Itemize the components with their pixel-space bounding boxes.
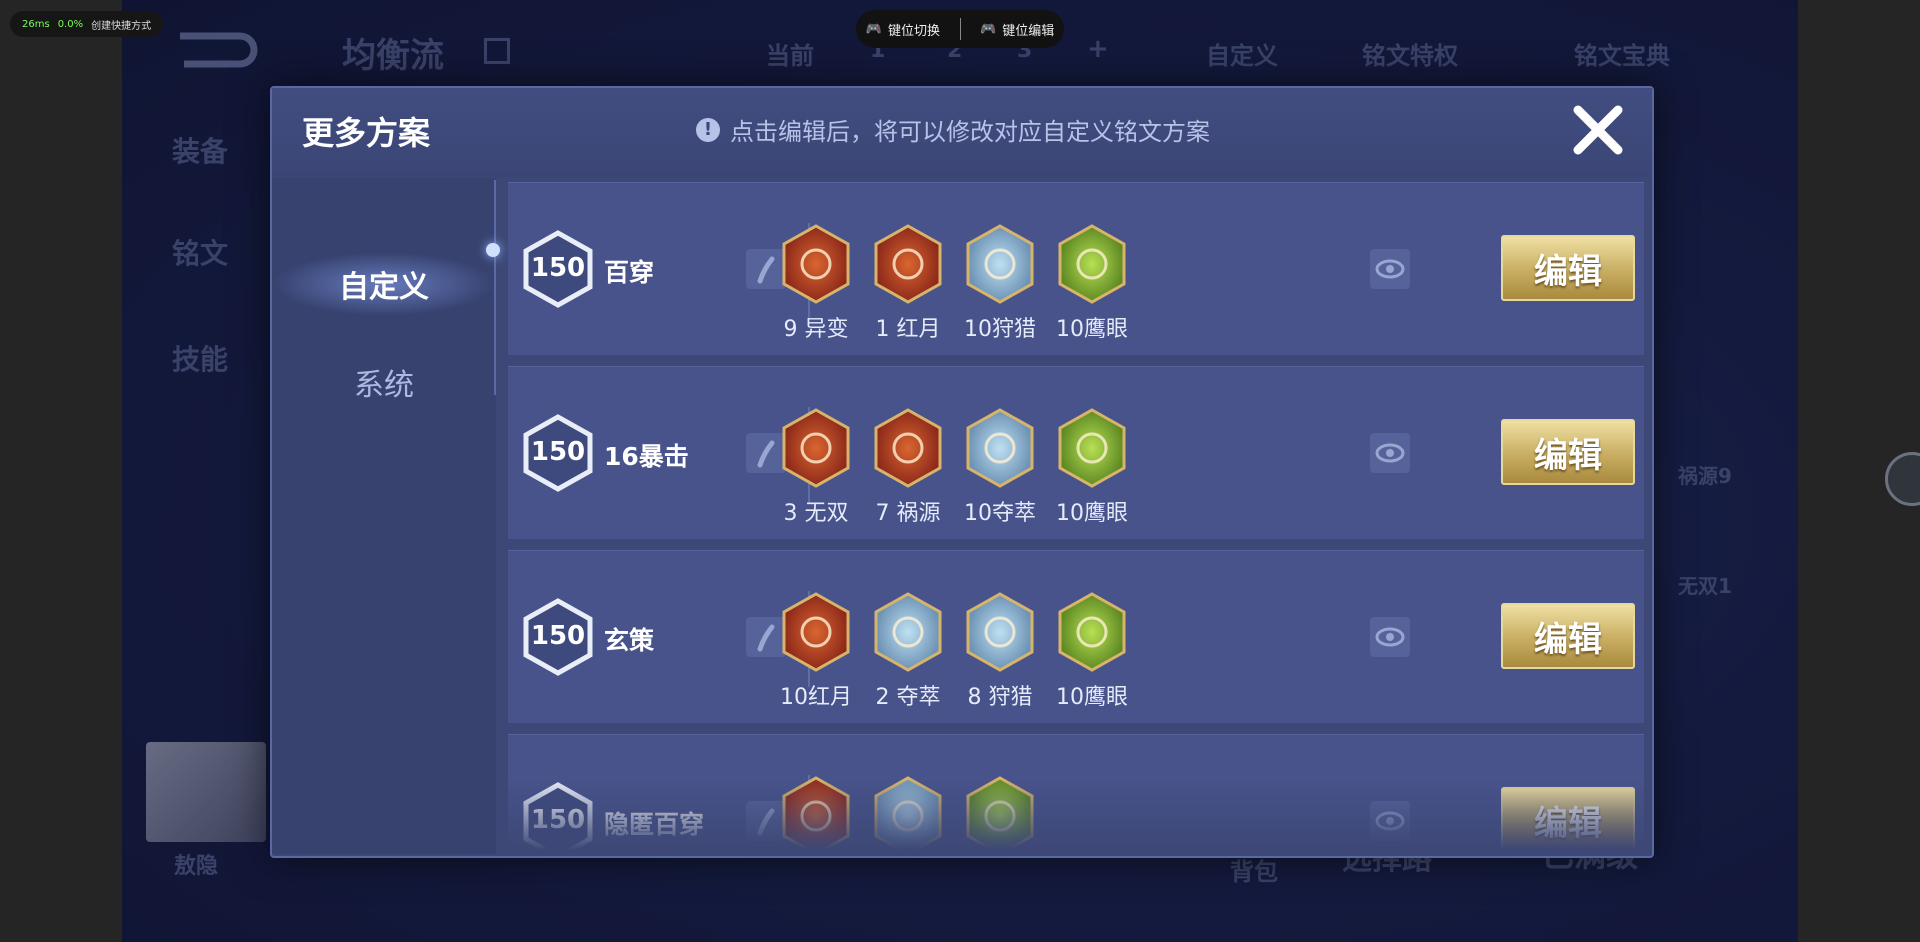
plan-row: 150 16暴击 编辑 3 无双 7 祸源 10夺萃 10鹰眼 [508,366,1644,539]
eye-icon [1375,627,1405,647]
gamepad-icon: 🎮 [980,21,997,37]
rune-mutation-icon[interactable] [780,223,852,305]
keymap-edit-button[interactable]: 🎮 键位编辑 [980,20,1054,39]
rune-count-label: 1 红月 [875,317,941,342]
list-fade [508,778,1644,850]
active-indicator [486,243,500,257]
rune-count-label: 10鹰眼 [1056,501,1128,526]
keymap-bar: 🎮 键位切换 🎮 键位编辑 [856,10,1064,48]
exclamation-icon: ! [696,117,720,142]
rune-count-label: 8 狩猎 [967,685,1033,710]
modal-title: 更多方案 [302,114,431,152]
rune-peerless-icon[interactable] [780,407,852,489]
plan-sidebar: 自定义 系统 [272,178,496,854]
rune-count-label: 10夺萃 [964,501,1036,526]
plan-name: 百穿 [604,258,655,287]
sidebar-divider [494,180,496,395]
tab-system[interactable]: 系统 [272,350,496,414]
rune-hawkeye-icon[interactable] [1056,223,1128,305]
rune-count-label: 7 祸源 [875,501,941,526]
plan-list[interactable]: 150 百穿 编辑 9 异变 1 红月 10狩猎 10鹰眼 150 16暴击 编辑 3 无双 7 祸源… [508,182,1644,850]
edit-plan-button[interactable]: 编辑 [1501,235,1635,301]
gamepad-icon: 🎮 [865,21,882,37]
plan-level: 150 [530,437,586,467]
rune-count-label: 2 夺萃 [875,685,941,710]
rune-count-label: 10狩猎 [964,317,1036,342]
keymap-switch-button[interactable]: 🎮 键位切换 [866,20,940,39]
edit-plan-button[interactable]: 编辑 [1501,603,1635,669]
more-plans-modal: 更多方案 ! 点击编辑后，将可以修改对应自定义铭文方案 自定义 系统 150 百穿… [270,86,1654,858]
rune-count-label: 9 异变 [783,317,849,342]
preview-button[interactable] [1370,433,1410,473]
rune-red-moon-icon[interactable] [780,591,852,673]
plan-level: 150 [530,253,586,283]
rune-hunt-icon[interactable] [964,591,1036,673]
plan-name: 玄策 [604,626,655,655]
tab-custom[interactable]: 自定义 [272,252,496,316]
plan-level: 150 [530,621,586,651]
keymap-edit-label: 键位编辑 [1002,23,1055,39]
rune-count-label: 10鹰眼 [1056,685,1128,710]
status-overlay: 26ms 0.0% 创建快捷方式 [10,11,164,37]
keymap-divider [959,18,961,40]
rune-hawkeye-icon[interactable] [1056,407,1128,489]
cpu-text: 0.0% [57,18,84,30]
eye-icon [1375,443,1405,463]
close-icon[interactable] [1570,102,1626,158]
keymap-switch-label: 键位切换 [887,23,940,39]
modal-hint: ! 点击编辑后，将可以修改对应自定义铭文方案 [696,112,1210,147]
shortcut-link[interactable]: 创建快捷方式 [91,17,151,32]
eye-icon [1375,259,1405,279]
rune-red-moon-icon[interactable] [872,223,944,305]
plan-name: 16暴击 [604,442,689,471]
floating-menu-button[interactable] [1885,452,1920,506]
plan-row: 150 玄策 编辑 10红月 2 夺萃 8 狩猎 10鹰眼 [508,550,1644,723]
rune-count-label: 10鹰眼 [1056,317,1128,342]
latency-text: 26ms [22,18,50,30]
rune-plunder-icon[interactable] [964,407,1036,489]
rune-hunt-icon[interactable] [964,223,1036,305]
preview-button[interactable] [1370,249,1410,289]
rune-hawkeye-icon[interactable] [1056,591,1128,673]
rune-plunder-icon[interactable] [872,591,944,673]
rune-calamity-icon[interactable] [872,407,944,489]
rune-count-label: 10红月 [780,685,852,710]
edit-plan-button[interactable]: 编辑 [1501,419,1635,485]
rune-count-label: 3 无双 [783,501,849,526]
plan-row: 150 百穿 编辑 9 异变 1 红月 10狩猎 10鹰眼 [508,182,1644,355]
hint-text: 点击编辑后，将可以修改对应自定义铭文方案 [730,118,1210,146]
preview-button[interactable] [1370,617,1410,657]
